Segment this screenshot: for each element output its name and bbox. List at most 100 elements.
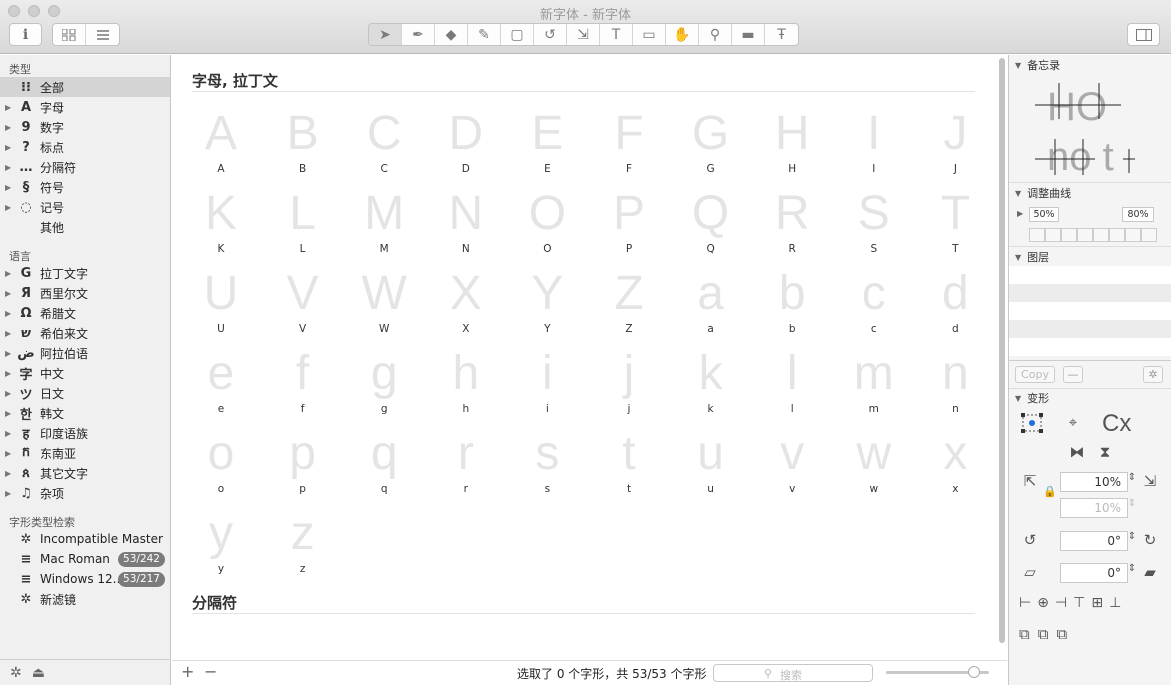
cx-transform-icon[interactable]: Cx — [1102, 410, 1131, 438]
glyph-cell[interactable]: AA — [180, 107, 262, 187]
slant-right-icon[interactable]: ▰ — [1139, 563, 1161, 581]
languages-item[interactable]: ▶ ក 东南亚 — [0, 443, 170, 463]
disclosure-triangle-icon[interactable]: ▶ — [5, 309, 15, 318]
categories-item[interactable]: 其他 — [0, 217, 170, 237]
glyph-cell[interactable]: rr — [425, 427, 507, 507]
layer-row[interactable] — [1009, 320, 1171, 338]
glyph-cell[interactable]: DD — [425, 107, 507, 187]
filters-item[interactable]: ✲ Incompatible Master — [0, 529, 170, 549]
glyph-cell[interactable]: vv — [751, 427, 833, 507]
filters-item[interactable]: ✲ 新滤镜 — [0, 589, 170, 609]
disclosure-triangle-icon[interactable]: ▶ — [5, 163, 15, 172]
categories-item[interactable]: ▶? 标点 — [0, 137, 170, 157]
glyph-cell[interactable]: EE — [506, 107, 588, 187]
disclosure-triangle-icon[interactable]: ▶ — [5, 103, 15, 112]
disclosure-triangle-icon[interactable]: ▶ — [5, 389, 15, 398]
zoom-tool-icon[interactable]: ⚲ — [699, 24, 732, 45]
glyph-cell[interactable]: dd — [914, 267, 996, 347]
scale-field[interactable]: 10% — [1060, 472, 1128, 492]
disclosure-triangle-icon[interactable]: ▶ — [5, 329, 15, 338]
languages-item[interactable]: ▶ ह 印度语族 — [0, 423, 170, 443]
glyph-cell[interactable]: pp — [262, 427, 344, 507]
info-button[interactable]: i — [9, 23, 42, 46]
categories-item[interactable]: ▶ § 符号 — [0, 177, 170, 197]
glyph-cell[interactable]: OO — [506, 187, 588, 267]
eraser-tool-icon[interactable]: ◆ — [435, 24, 468, 45]
grid-view-icon[interactable] — [53, 24, 86, 45]
draw-tool-icon[interactable]: ✒ — [402, 24, 435, 45]
categories-item[interactable]: ⁝⁝ 全部 — [0, 77, 170, 97]
glyph-cell[interactable]: MM — [343, 187, 425, 267]
curve-point[interactable] — [1045, 228, 1061, 242]
disclosure-icon[interactable]: ▼ — [1015, 394, 1021, 403]
select-tool-icon[interactable]: ➤ — [369, 24, 402, 45]
flip-vertical-icon[interactable]: ⧗ — [1095, 443, 1115, 461]
glyph-cell[interactable]: aa — [670, 267, 752, 347]
scale-tool-icon[interactable]: ⇲ — [567, 24, 600, 45]
curve-section[interactable]: ▼ 调整曲线 — [1015, 185, 1071, 201]
pencil-tool-icon[interactable]: ✎ — [468, 24, 501, 45]
glyph-cell[interactable]: BB — [262, 107, 344, 187]
vertical-scrollbar[interactable] — [999, 58, 1005, 643]
type-tool-icon[interactable]: Ŧ — [765, 24, 798, 45]
expand-icon[interactable]: ▶ — [1017, 209, 1023, 218]
curve-point[interactable] — [1093, 228, 1109, 242]
subtract-icon[interactable]: ⧉ — [1038, 625, 1049, 643]
layer-row[interactable] — [1009, 266, 1171, 284]
layer-options-gear-icon[interactable]: ✲ — [1143, 366, 1163, 383]
glyph-cell[interactable]: PP — [588, 187, 670, 267]
notes-section[interactable]: ▼ 备忘录 — [1015, 57, 1060, 73]
glyph-cell[interactable]: ll — [751, 347, 833, 427]
glyph-cell[interactable]: CC — [343, 107, 425, 187]
glyph-cell[interactable]: hh — [425, 347, 507, 427]
rotate-cw-icon[interactable]: ↻ — [1139, 531, 1161, 549]
primitives-tool-icon[interactable]: ▢ — [501, 24, 534, 45]
languages-item[interactable]: ▶ Ω 希腊文 — [0, 303, 170, 323]
curve-point[interactable] — [1125, 228, 1141, 242]
lock-icon[interactable]: 🔒 — [1043, 485, 1057, 498]
languages-item[interactable]: ▶ 字中文 — [0, 363, 170, 383]
languages-item[interactable]: ▶ G 拉丁文字 — [0, 263, 170, 283]
glyph-cell[interactable]: qq — [343, 427, 425, 507]
glyph-cell[interactable]: UU — [180, 267, 262, 347]
languages-item[interactable]: ▶ ض 阿拉伯语 — [0, 343, 170, 363]
glyph-cell[interactable]: jj — [588, 347, 670, 427]
rotate-stepper[interactable]: ⇕ — [1127, 531, 1137, 542]
curve-point[interactable] — [1061, 228, 1077, 242]
rotate-field[interactable]: 0° — [1060, 531, 1128, 551]
slant-field[interactable]: 0° — [1060, 563, 1128, 583]
languages-item[interactable]: ▶ 한 韩文 — [0, 403, 170, 423]
glyph-cell[interactable]: GG — [670, 107, 752, 187]
annotation-tool-icon[interactable]: ▭ — [633, 24, 666, 45]
measure-tool-icon[interactable]: ▬ — [732, 24, 765, 45]
curve-point[interactable] — [1029, 228, 1045, 242]
glyph-cell[interactable]: uu — [670, 427, 752, 507]
layers-section[interactable]: ▼ 图层 — [1015, 249, 1049, 265]
glyph-cell[interactable]: FF — [588, 107, 670, 187]
glyph-cell[interactable]: ZZ — [588, 267, 670, 347]
crosshair-icon[interactable]: ⌖ — [1061, 413, 1085, 431]
glyph-cell[interactable]: kk — [670, 347, 752, 427]
disclosure-triangle-icon[interactable]: ▶ — [5, 429, 15, 438]
glyph-cell[interactable]: ii — [506, 347, 588, 427]
glyph-cell[interactable]: yy — [180, 507, 262, 587]
disclosure-triangle-icon[interactable]: ▶ — [5, 269, 15, 278]
glyph-cell[interactable]: ss — [506, 427, 588, 507]
rotate-tool-icon[interactable]: ↺ — [534, 24, 567, 45]
transform-section[interactable]: ▼ 变形 — [1015, 390, 1049, 406]
glyph-cell[interactable]: TT — [914, 187, 996, 267]
glyph-cell[interactable]: bb — [751, 267, 833, 347]
disclosure-triangle-icon[interactable]: ▶ — [5, 369, 15, 378]
add-glyph-button[interactable]: + — [181, 662, 194, 681]
glyph-cell[interactable]: KK — [180, 187, 262, 267]
text-tool-icon[interactable]: T — [600, 24, 633, 45]
disclosure-icon[interactable]: ▼ — [1015, 253, 1021, 262]
list-view-icon[interactable] — [86, 24, 119, 45]
disclosure-triangle-icon[interactable]: ▶ — [5, 469, 15, 478]
glyph-cell[interactable]: SS — [833, 187, 915, 267]
glyph-cell[interactable]: YY — [506, 267, 588, 347]
languages-item[interactable]: ▶ Я 西里尔文 — [0, 283, 170, 303]
align-middle-icon[interactable]: ⊞ — [1091, 595, 1103, 611]
glyph-cell[interactable]: ff — [262, 347, 344, 427]
glyph-cell[interactable]: xx — [914, 427, 996, 507]
